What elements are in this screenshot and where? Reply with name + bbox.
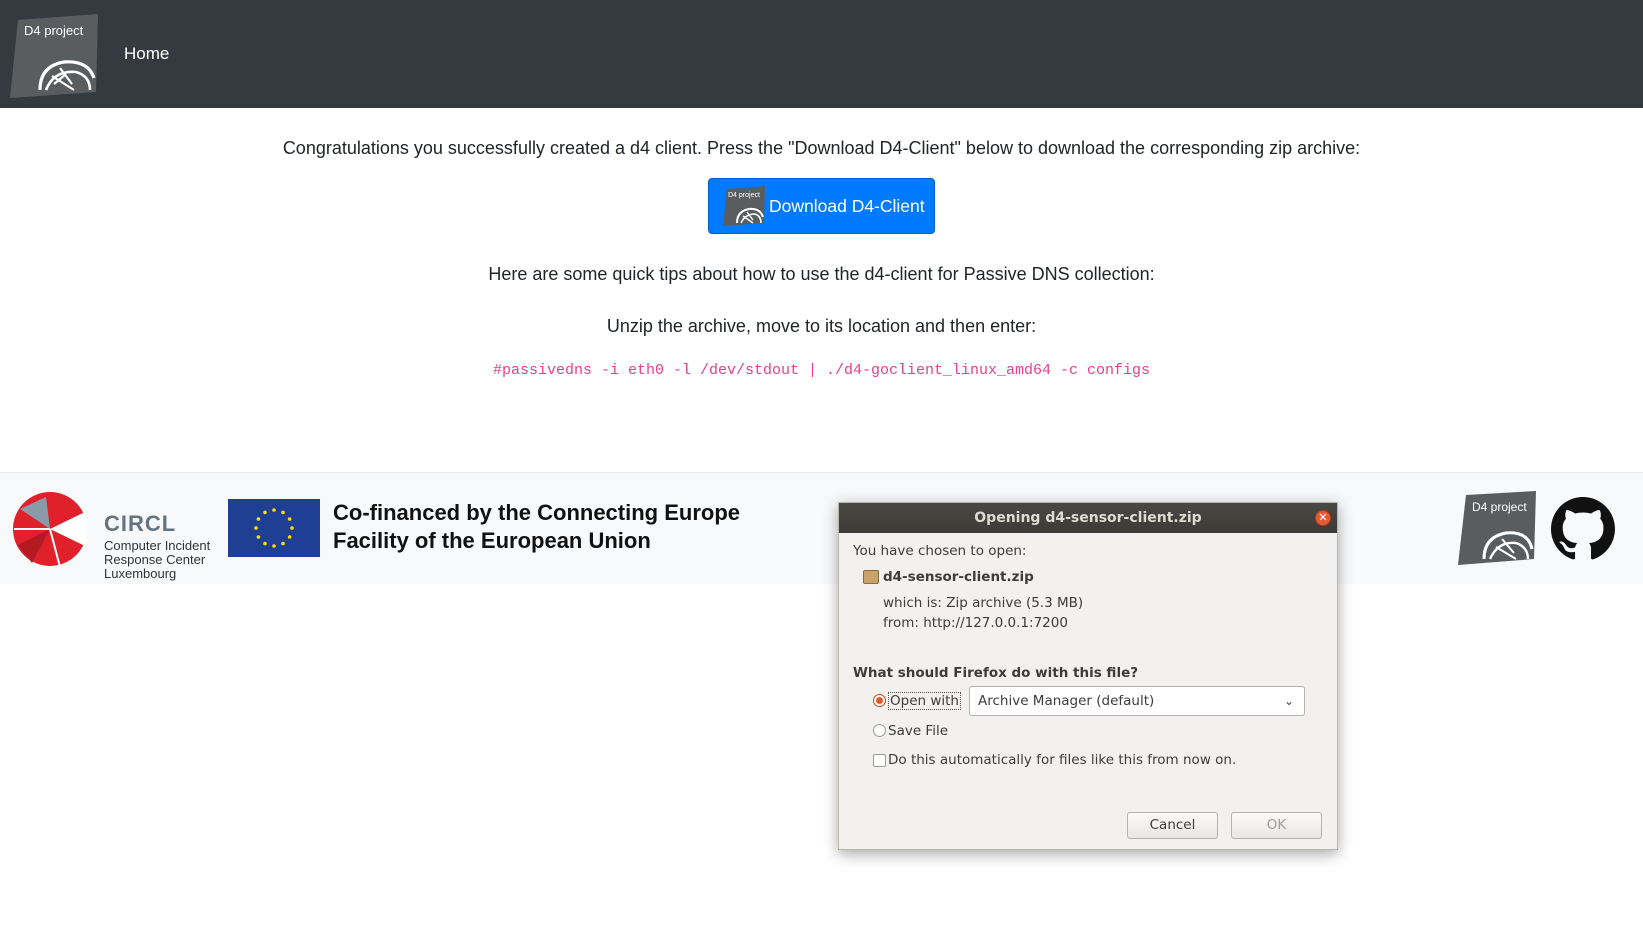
- navbar: D4 project Home: [0, 0, 1643, 108]
- logo-text: D4 project: [24, 23, 84, 38]
- file-source-info: from: http://127.0.0.1:7200: [883, 615, 1068, 631]
- file-name: d4-sensor-client.zip: [883, 569, 1034, 585]
- footer: CIRCL Computer Incident Response Center …: [0, 472, 1643, 584]
- d4-logo-icon: D4 project: [723, 186, 765, 226]
- action-question: What should Firefox do with this file?: [853, 665, 1139, 681]
- download-client-button[interactable]: D4 project Download D4-Client: [708, 178, 935, 234]
- auto-action-label[interactable]: Do this automatically for files like thi…: [888, 752, 1236, 768]
- svg-text:D4 project: D4 project: [728, 192, 760, 199]
- command-code: #passivedns -i eth0 -l /dev/stdout | ./d…: [492, 362, 1151, 379]
- eu-flag-icon: [228, 499, 320, 557]
- cancel-button[interactable]: Cancel: [1127, 812, 1218, 839]
- github-icon[interactable]: [1550, 497, 1616, 561]
- save-file-label[interactable]: Save File: [888, 723, 948, 739]
- footer-d4-logo[interactable]: D4 project: [1458, 491, 1538, 565]
- save-file-radio[interactable]: [873, 724, 886, 737]
- chevron-down-icon: ⌄: [1283, 694, 1294, 708]
- auto-action-checkbox[interactable]: [873, 754, 886, 767]
- download-button-label: Download D4-Client: [769, 195, 925, 216]
- unzip-text: Unzip the archive, move to its location …: [606, 316, 1037, 336]
- circl-name: CIRCL: [104, 511, 177, 536]
- tips-text: Here are some quick tips about how to us…: [488, 264, 1155, 284]
- ok-button[interactable]: OK: [1231, 812, 1322, 839]
- dialog-title: Opening d4-sensor-client.zip: [839, 503, 1337, 533]
- nav-home-link[interactable]: Home: [124, 44, 169, 64]
- d4-project-logo[interactable]: D4 project: [10, 14, 100, 98]
- open-with-label[interactable]: Open with: [888, 692, 961, 710]
- circl-logo[interactable]: CIRCL Computer Incident Response Center …: [12, 489, 212, 581]
- archive-file-icon: [863, 570, 879, 584]
- open-with-radio[interactable]: [873, 694, 886, 707]
- circl-subtitle: Computer Incident Response Center Luxemb…: [104, 538, 211, 581]
- chosen-label: You have chosen to open:: [853, 543, 1027, 559]
- download-dialog: Opening d4-sensor-client.zip ✕ You have …: [838, 502, 1338, 850]
- main-content: Congratulations you successfully created…: [0, 108, 1643, 472]
- open-with-select[interactable]: Archive Manager (default) ⌄: [969, 686, 1305, 716]
- file-type-info: which is: Zip archive (5.3 MB): [883, 595, 1084, 611]
- open-with-value: Archive Manager (default): [978, 693, 1155, 709]
- intro-text: Congratulations you successfully created…: [282, 138, 1361, 158]
- svg-text:D4 project: D4 project: [1472, 500, 1527, 514]
- circl-emblem-icon: [13, 492, 87, 568]
- eu-cofinanced-text: Co-financed by the Connecting Europe Fac…: [333, 500, 741, 553]
- close-icon[interactable]: ✕: [1315, 510, 1331, 526]
